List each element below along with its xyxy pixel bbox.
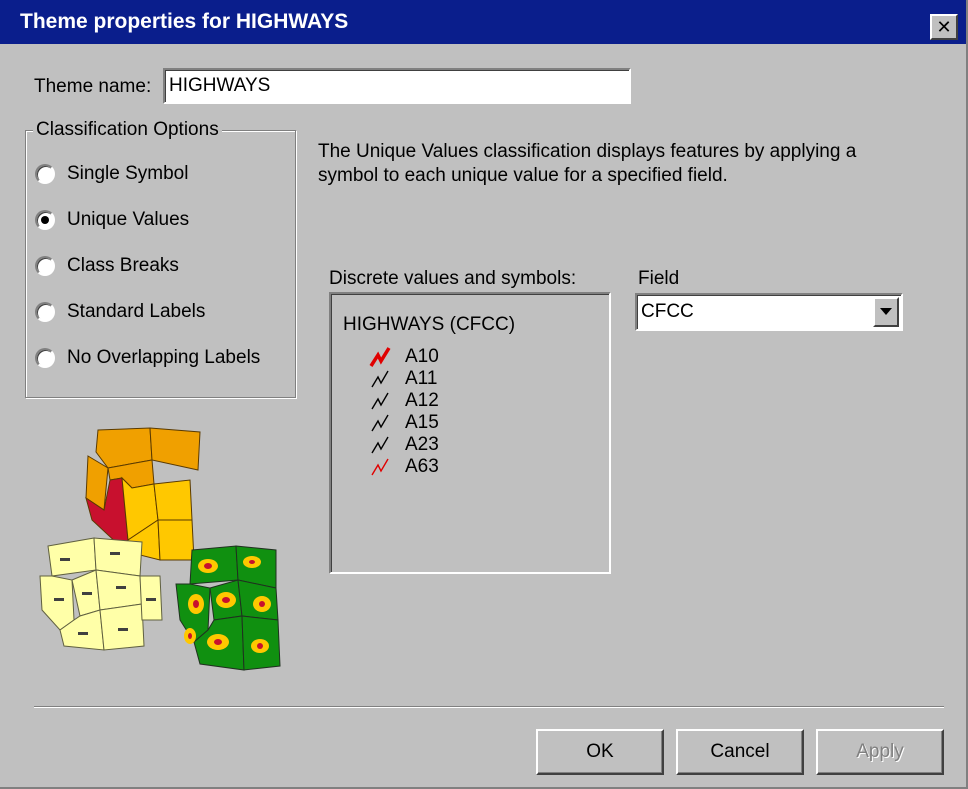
field-selected-value: CFCC <box>641 301 694 322</box>
list-item[interactable]: A12 <box>369 390 439 412</box>
list-item[interactable]: A23 <box>369 434 439 456</box>
radio-label: Standard Labels <box>67 301 206 322</box>
theme-properties-dialog: Theme properties for HIGHWAYS ✕ Theme na… <box>0 0 968 789</box>
radio-single-symbol[interactable]: Single Symbol <box>35 163 188 185</box>
radio-class-breaks[interactable]: Class Breaks <box>35 255 179 277</box>
close-icon: ✕ <box>936 17 952 37</box>
field-label: Field <box>638 268 680 289</box>
cancel-button[interactable]: Cancel <box>676 729 804 775</box>
radio-label: Class Breaks <box>67 255 179 276</box>
highway-symbol-icon <box>371 436 389 454</box>
list-item-value: A63 <box>405 456 439 477</box>
list-item-value: A11 <box>405 368 438 389</box>
window-title: Theme properties for HIGHWAYS <box>20 10 349 33</box>
apply-button[interactable]: Apply <box>816 729 944 775</box>
radio-no-overlapping-labels[interactable]: No Overlapping Labels <box>35 347 260 369</box>
theme-name-input[interactable] <box>163 68 631 104</box>
ok-button[interactable]: OK <box>536 729 664 775</box>
list-item[interactable]: A63 <box>369 456 439 478</box>
radio-label: Unique Values <box>67 209 190 230</box>
highway-symbol-icon <box>371 414 389 432</box>
list-item[interactable]: A10 <box>369 346 439 368</box>
radio-button[interactable] <box>35 302 55 322</box>
radio-label: Single Symbol <box>67 163 189 184</box>
close-button[interactable]: ✕ <box>930 14 958 40</box>
radio-unique-values[interactable]: Unique Values <box>35 209 189 231</box>
title-bar: Theme properties for HIGHWAYS ✕ <box>0 0 966 44</box>
radio-standard-labels[interactable]: Standard Labels <box>35 301 205 323</box>
radio-button[interactable] <box>35 348 55 368</box>
classification-maps-illustration <box>39 427 281 671</box>
radio-button[interactable] <box>35 164 55 184</box>
highway-symbol-icon <box>369 347 391 367</box>
field-dropdown[interactable]: CFCC <box>635 293 903 331</box>
list-header: HIGHWAYS (CFCC) <box>343 314 516 335</box>
chevron-down-icon <box>880 308 892 315</box>
classification-description: The Unique Values classification display… <box>318 141 857 186</box>
highway-symbol-icon <box>371 392 389 410</box>
dropdown-arrow-button[interactable] <box>873 297 899 327</box>
list-item-value: A23 <box>405 434 439 455</box>
list-item[interactable]: A15 <box>369 412 439 434</box>
radio-button[interactable] <box>35 256 55 276</box>
classification-options-title: Classification Options <box>33 119 222 141</box>
highway-symbol-icon <box>371 458 389 476</box>
list-item-value: A10 <box>405 346 439 367</box>
theme-name-label: Theme name: <box>34 76 152 97</box>
radio-button[interactable] <box>35 210 55 230</box>
separator <box>34 706 944 708</box>
list-item-value: A15 <box>405 412 439 433</box>
list-item-value: A12 <box>405 390 439 411</box>
radio-label: No Overlapping Labels <box>67 347 261 368</box>
discrete-values-list[interactable]: HIGHWAYS (CFCC) A10 A11 A12 A15 A23 A63 <box>329 292 611 574</box>
discrete-values-label: Discrete values and symbols: <box>329 268 577 289</box>
highway-symbol-icon <box>371 370 389 388</box>
list-item[interactable]: A11 <box>369 368 437 390</box>
